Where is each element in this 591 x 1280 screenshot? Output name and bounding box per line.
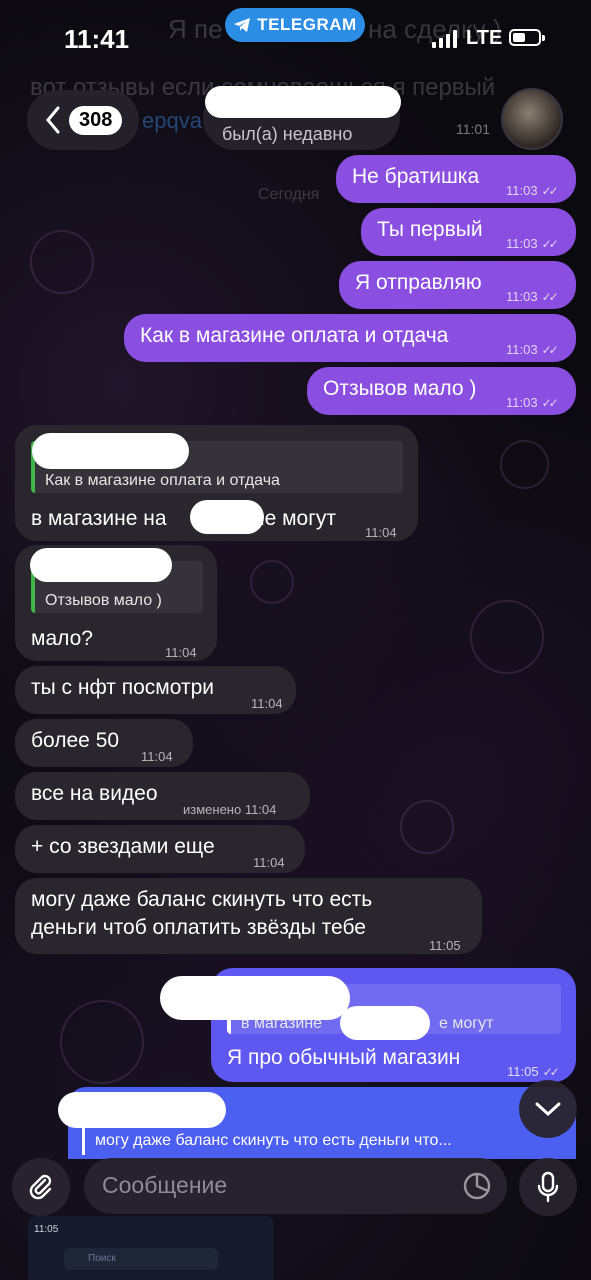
message-text: все на видео: [31, 782, 158, 805]
outgoing-message[interactable]: Не братишка 11:03 ✓✓: [336, 155, 576, 203]
message-time: изменено 11:04: [183, 802, 277, 817]
last-seen-status: был(а) недавно: [222, 124, 353, 144]
paperclip-icon: [29, 1174, 52, 1200]
outgoing-message[interactable]: Отзывов мало ) 11:03 ✓✓: [307, 367, 576, 415]
scroll-down-button[interactable]: [519, 1080, 577, 1138]
message-time: 11:04: [251, 696, 283, 711]
message-time: 11:03 ✓✓: [506, 183, 559, 198]
message-time: 11:04: [141, 749, 173, 764]
message-time: 11:04: [253, 855, 285, 870]
message-text: не могут: [253, 507, 337, 530]
message-time: 11:03 ✓✓: [506, 342, 559, 357]
chevron-left-icon: [46, 106, 60, 134]
microphone-icon: [537, 1171, 559, 1203]
message-text: Не братишка: [352, 165, 480, 188]
reply-draft-quote: могу даже баланс скинуть что есть деньги…: [82, 1127, 565, 1155]
doodle: [250, 560, 294, 604]
chevron-down-icon: [535, 1102, 561, 1117]
preview-time: 11:05: [34, 1224, 59, 1235]
incoming-message[interactable]: ты с нфт посмотри 11:04: [15, 666, 296, 714]
incoming-message[interactable]: более 50 11:04: [15, 719, 193, 767]
message-text: + со звездами еще: [31, 835, 215, 858]
status-bar: 11:41 TELEGRAM LTE: [0, 0, 591, 70]
message-time: 11:03 ✓✓: [506, 395, 559, 410]
message-time: 11:04: [365, 525, 397, 540]
doodle: [400, 800, 454, 854]
message-text: Я про обычный магазин: [227, 1046, 461, 1069]
message-text: Ты первый: [377, 218, 483, 241]
read-checks-icon: ✓✓: [541, 343, 559, 357]
message-text: Отзывов мало ): [323, 377, 477, 400]
voice-button[interactable]: [519, 1158, 577, 1216]
message-input[interactable]: Сообщение: [84, 1158, 507, 1214]
contact-avatar[interactable]: [501, 88, 563, 150]
battery-icon: [509, 29, 545, 46]
preview-search: Поиск: [64, 1248, 218, 1270]
incoming-message[interactable]: могу даже баланс скинуть что есть деньги…: [15, 878, 482, 954]
sender-name-redacted: [30, 548, 172, 582]
redacted-word: [340, 1006, 430, 1040]
sticker-icon[interactable]: [462, 1171, 492, 1201]
message-text: ты с нфт посмотри: [31, 676, 214, 699]
ghost-time: 11:01: [456, 121, 490, 137]
doodle: [30, 230, 94, 294]
preview-search-label: Поиск: [88, 1253, 116, 1264]
reply-quote-text: Отзывов мало ): [45, 592, 162, 609]
ghost-link: epqva: [142, 108, 202, 133]
message-text-line: деньги чтоб оплатить звёзды тебе: [31, 916, 366, 939]
sender-name-redacted: [58, 1092, 226, 1128]
read-checks-icon: ✓✓: [541, 184, 559, 198]
back-button[interactable]: 308: [27, 90, 139, 150]
message-text-line: могу даже баланс скинуть что есть: [31, 888, 373, 911]
date-chip: Сегодня: [258, 186, 320, 203]
signal-icon: [432, 30, 457, 48]
contact-name-redacted: [205, 86, 401, 118]
message-text: Я отправляю: [355, 271, 482, 294]
message-text: мало?: [31, 627, 93, 650]
message-text: более 50: [31, 729, 120, 752]
sender-name-redacted: [32, 433, 189, 469]
doodle: [470, 600, 544, 674]
message-time: 11:03 ✓✓: [506, 236, 559, 251]
telegram-banner[interactable]: TELEGRAM: [225, 8, 365, 42]
reply-quote-text: е могут: [439, 1015, 494, 1032]
outgoing-message[interactable]: Я отправляю 11:03 ✓✓: [339, 261, 576, 309]
network-label: LTE: [466, 27, 503, 49]
doodle: [500, 440, 549, 489]
message-text: Как в магазине оплата и отдача: [140, 324, 449, 347]
unread-count-badge: 308: [69, 105, 123, 135]
incoming-message[interactable]: все на видео изменено 11:04: [15, 772, 310, 820]
attach-button[interactable]: [12, 1158, 70, 1216]
redacted-word: [190, 500, 264, 534]
message-input-placeholder: Сообщение: [102, 1172, 228, 1198]
read-checks-icon: ✓✓: [541, 237, 559, 251]
read-checks-icon: ✓✓: [541, 396, 559, 410]
telegram-banner-label: TELEGRAM: [257, 15, 357, 34]
embedded-screenshot-preview[interactable]: 11:05 Поиск: [28, 1216, 274, 1280]
message-text: в магазине на: [31, 507, 167, 530]
sender-name-redacted: [160, 976, 350, 1020]
message-time: 11:04: [165, 645, 197, 660]
read-checks-icon: ✓✓: [541, 290, 559, 304]
reply-quote-text: Как в магазине оплата и отдача: [45, 472, 280, 489]
status-time: 11:41: [64, 24, 130, 54]
message-time: 11:03 ✓✓: [506, 289, 559, 304]
telegram-icon: [234, 18, 251, 32]
read-checks-icon: ✓✓: [542, 1065, 560, 1079]
incoming-message[interactable]: + со звездами еще 11:04: [15, 825, 305, 873]
outgoing-message[interactable]: Ты первый 11:03 ✓✓: [361, 208, 576, 256]
outgoing-message[interactable]: Как в магазине оплата и отдача 11:03 ✓✓: [124, 314, 576, 362]
doodle: [60, 1000, 144, 1084]
message-time: 11:05: [429, 938, 461, 953]
